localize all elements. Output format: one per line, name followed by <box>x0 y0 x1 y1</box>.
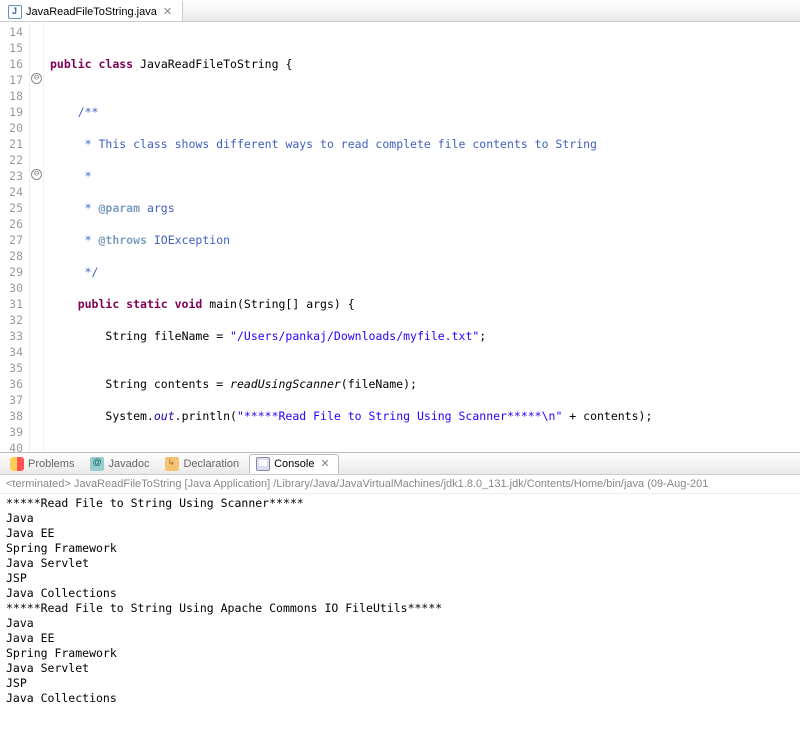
tab-problems-label: Problems <box>28 458 74 470</box>
tab-console[interactable]: Console ✕ <box>249 454 339 474</box>
code-area[interactable]: public class JavaReadFileToString { /** … <box>44 22 791 452</box>
workbench: JavaReadFileToString.java ✕ 141516171819… <box>0 0 800 742</box>
tab-declaration-label: Declaration <box>183 458 239 470</box>
views-tabbar: Problems Javadoc Declaration Console ✕ <box>0 453 800 475</box>
javadoc-icon <box>90 457 104 471</box>
console-icon <box>256 457 270 471</box>
tab-javadoc-label: Javadoc <box>108 458 149 470</box>
editor-tab-label: JavaReadFileToString.java <box>26 6 157 18</box>
problems-icon <box>10 457 24 471</box>
fold-toggle[interactable]: ⊖ <box>31 73 42 84</box>
java-file-icon <box>8 5 22 19</box>
editor-tab[interactable]: JavaReadFileToString.java ✕ <box>0 0 183 21</box>
tab-declaration[interactable]: Declaration <box>159 455 245 473</box>
tab-javadoc[interactable]: Javadoc <box>84 455 155 473</box>
line-gutter: 1415161718192021222324252627282930313233… <box>0 22 30 452</box>
views-pane: Problems Javadoc Declaration Console ✕ <… <box>0 453 800 742</box>
fold-toggle[interactable]: ⊖ <box>31 169 42 180</box>
editor-pane: JavaReadFileToString.java ✕ 141516171819… <box>0 0 800 453</box>
fold-column: ⊖⊖ <box>30 22 44 452</box>
close-icon[interactable]: ✕ <box>318 457 331 470</box>
console-header: <terminated> JavaReadFileToString [Java … <box>0 475 800 494</box>
tab-problems[interactable]: Problems <box>4 455 80 473</box>
editor-body[interactable]: 1415161718192021222324252627282930313233… <box>0 22 800 452</box>
tab-console-label: Console <box>274 458 314 470</box>
console-output[interactable]: *****Read File to String Using Scanner**… <box>0 494 800 708</box>
editor-tabbar: JavaReadFileToString.java ✕ <box>0 0 800 22</box>
declaration-icon <box>165 457 179 471</box>
close-icon[interactable]: ✕ <box>161 5 174 18</box>
